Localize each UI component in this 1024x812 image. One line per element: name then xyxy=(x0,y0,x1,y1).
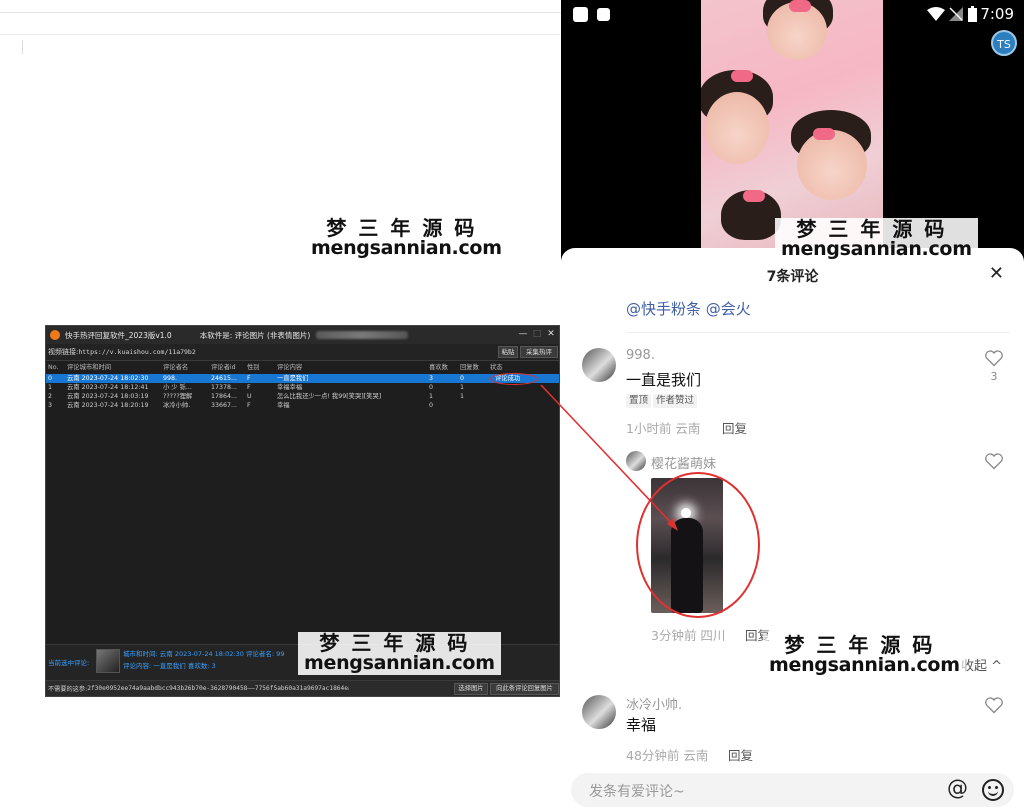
collect-button[interactable]: 采集热评 xyxy=(520,346,558,358)
ruler-divider xyxy=(0,34,561,35)
url-label: 视频链接: xyxy=(48,348,79,356)
avatar xyxy=(96,649,120,673)
col-no: No. xyxy=(48,364,59,371)
video-thumbnail[interactable] xyxy=(701,0,883,248)
col-author-id: 评论者id xyxy=(211,364,236,371)
close-icon[interactable]: ✕ xyxy=(989,263,1004,284)
col-replies: 回复数 xyxy=(460,364,479,371)
bow-decoration xyxy=(789,0,811,12)
mention-icon[interactable]: @ xyxy=(947,776,968,800)
divider xyxy=(626,332,1010,333)
close-icon[interactable]: ✕ xyxy=(545,328,557,340)
table-row[interactable]: 1 云南 2023-07-24 18:12:41 小 少 铄... 17378.… xyxy=(46,383,559,392)
comment-text: 幸福 xyxy=(626,716,657,734)
comment-panel: 7条评论 ✕ @快手粉条 @会火 998. 一直是我们 置顶 作者赞过 1小时前… xyxy=(561,248,1024,812)
emoji-icon[interactable] xyxy=(982,779,1004,801)
col-gender: 性别 xyxy=(247,364,260,371)
comment-input[interactable]: 发条有爱评论~ @ xyxy=(571,773,1014,807)
current-comment-label: 当前选中评论: xyxy=(48,659,90,667)
window-note: 本软件是: 评论图片 (非表情图片) xyxy=(199,330,311,340)
detail-city-time: 城市和时间: 云南 2023-07-24 18:02:30 评论者名: 99 xyxy=(123,650,285,658)
watermark: 梦三年源码 mengsannian.com xyxy=(298,632,501,675)
url-input[interactable]: https://v.kuaishou.com/11a79b2 xyxy=(78,348,195,356)
blurred-text xyxy=(316,331,409,339)
watermark: 梦三年源码 mengsannian.com xyxy=(775,218,978,261)
signal-icon xyxy=(949,7,963,21)
watermark: 梦三年源码 mengsannian.com xyxy=(763,634,966,677)
table-row[interactable]: 2 云南 2023-07-24 18:03:19 ?????狸解 17864..… xyxy=(46,392,559,401)
app-icon xyxy=(50,330,60,340)
mention-text[interactable]: @快手粉条 @会火 xyxy=(626,298,751,319)
col-author: 评论者名 xyxy=(163,364,189,371)
url-bar: 视频链接: https://v.kuaishou.com/11a79b2 xyxy=(46,345,559,359)
battery-icon xyxy=(968,6,977,22)
like-count: 3 xyxy=(990,370,998,383)
table-header: No. 评论城市和时间 评论者名 评论者id 性别 评论内容 喜欢数 回复数 状… xyxy=(46,363,559,372)
comment-author[interactable]: 冰冷小帅. xyxy=(626,694,682,713)
reply-image-button[interactable]: 向此条评论回复图片 xyxy=(490,683,559,695)
phone-screen: 7:09 TS 7条评论 ✕ @快手粉条 @会火 998. 一直是我们 置顶 作… xyxy=(561,0,1024,812)
comment-meta: 1小时前 云南 xyxy=(626,421,701,436)
avatar[interactable] xyxy=(582,695,616,729)
minimize-icon[interactable]: — xyxy=(517,328,529,340)
reply-button[interactable]: 回复 xyxy=(728,745,753,764)
param-label: 不需要的这参: xyxy=(48,686,88,693)
comment-text: 一直是我们 xyxy=(626,371,702,389)
avatar[interactable] xyxy=(582,348,616,382)
notification-icon xyxy=(573,7,588,22)
bow-decoration xyxy=(743,190,765,202)
paste-button[interactable]: 粘贴 xyxy=(498,346,518,358)
comment-author[interactable]: 998. xyxy=(626,348,655,363)
comment-input-placeholder: 发条有爱评论~ xyxy=(589,784,685,800)
text-cursor xyxy=(22,40,23,54)
watermark-cn: 梦三年源码 xyxy=(326,216,487,240)
col-likes: 喜欢数 xyxy=(429,364,448,371)
comment-count-title: 7条评论 xyxy=(766,269,819,285)
toolbar-divider xyxy=(0,12,561,13)
col-content: 评论内容 xyxy=(277,364,303,371)
comment-table: No. 评论城市和时间 评论者名 评论者id 性别 评论内容 喜欢数 回复数 状… xyxy=(46,360,559,644)
heart-icon[interactable] xyxy=(984,451,1004,471)
collapse-button[interactable]: 收起 ^ xyxy=(961,655,1002,674)
comment-meta: 48分钟前 云南 xyxy=(626,748,709,763)
col-status: 状态 xyxy=(490,364,503,371)
window-title: 快手热评回复软件_2023版v1.0 xyxy=(65,330,172,340)
detail-content: 评论内容: 一直是我们 喜欢数: 3 xyxy=(123,662,216,670)
col-city-time: 评论城市和时间 xyxy=(67,364,112,371)
bow-decoration xyxy=(731,70,753,82)
author-liked-tag: 作者赞过 xyxy=(653,394,698,408)
comment-author[interactable]: 樱花酱萌妹 xyxy=(651,453,716,472)
watermark: 梦三年源码 mengsannian.com xyxy=(305,217,508,260)
reply-button[interactable]: 回复 xyxy=(722,418,747,437)
heart-icon[interactable] xyxy=(984,695,1004,715)
wifi-icon xyxy=(927,7,945,21)
ts-floating-icon[interactable]: TS xyxy=(991,30,1017,56)
title-bar: 快手热评回复软件_2023版v1.0 本软件是: 评论图片 (非表情图片) — … xyxy=(46,326,559,344)
app-a-icon xyxy=(597,8,610,21)
status-highlight-circle xyxy=(490,373,538,385)
table-row[interactable]: 3 云南 2023-07-24 18:20:19 冰冷小帅. 33667... … xyxy=(46,401,559,410)
bow-decoration xyxy=(813,128,835,140)
heart-icon[interactable] xyxy=(984,348,1004,368)
pinned-tag: 置顶 xyxy=(626,394,652,408)
select-image-button[interactable]: 选择图片 xyxy=(454,683,488,695)
maximize-icon[interactable]: □ xyxy=(531,328,543,340)
comment-meta: 3分钟前 四川 xyxy=(651,628,726,643)
watermark-en: mengsannian.com xyxy=(311,237,502,259)
status-time: 7:09 xyxy=(980,5,1014,23)
table-row[interactable]: 0 云南 2023-07-24 18:02:30 998. 24615... F… xyxy=(46,374,559,383)
param-value: 2f30e0952ee74a9aabdbcc943b26b70e-3628790… xyxy=(87,685,349,692)
avatar[interactable] xyxy=(626,451,646,471)
image-highlight-circle xyxy=(636,472,760,618)
